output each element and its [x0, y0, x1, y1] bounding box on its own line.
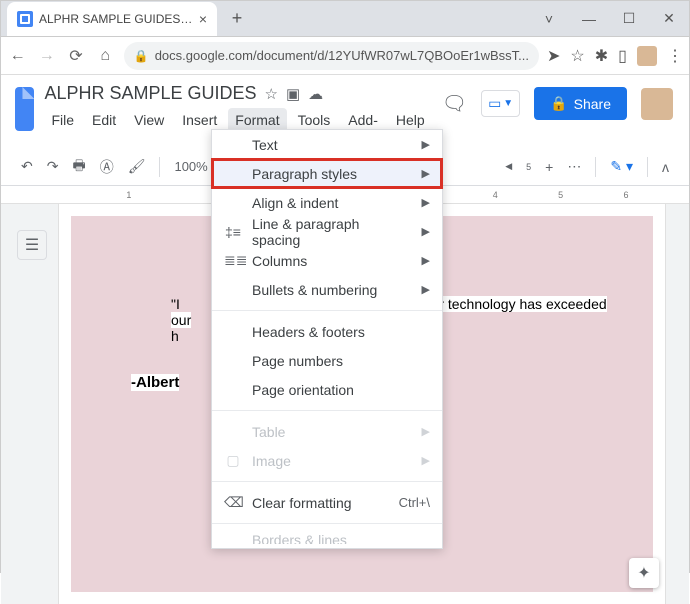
doc-title[interactable]: ALPHR SAMPLE GUIDES	[44, 83, 256, 104]
menu-divider	[212, 310, 442, 311]
undo-icon[interactable]: ↶	[21, 158, 33, 175]
menu-divider	[212, 410, 442, 411]
menu-divider	[212, 481, 442, 482]
extensions-icon[interactable]: ✱	[595, 46, 608, 66]
text-fragment: h	[171, 328, 179, 344]
ruler-mark: 5	[558, 190, 623, 200]
address-bar: ← → ⟳ ⌂ 🔒 docs.google.com/document/d/12Y…	[1, 37, 689, 75]
comments-icon[interactable]: 🗨	[442, 91, 467, 116]
menu-file[interactable]: File	[44, 108, 81, 148]
ruler-mark: 6	[624, 190, 689, 200]
star-icon[interactable]: ☆	[265, 85, 278, 103]
submenu-arrow-icon: ▶	[422, 225, 430, 238]
reload-icon[interactable]: ⟳	[65, 46, 86, 66]
menu-item-paragraph-styles[interactable]: Paragraph styles ▶	[212, 159, 442, 188]
docs-logo-icon[interactable]	[15, 87, 34, 131]
spellcheck-icon[interactable]: Ⓐ	[100, 157, 114, 177]
submenu-arrow-icon: ▶	[422, 167, 430, 180]
browser-tab[interactable]: ALPHR SAMPLE GUIDES - Googl ×	[7, 2, 217, 36]
cloud-status-icon[interactable]: ☁	[308, 85, 323, 103]
text-fragment: "I	[171, 296, 180, 312]
menu-item-bullets[interactable]: Bullets & numbering ▶	[212, 275, 442, 304]
chrome-menu-icon[interactable]: ⋮	[667, 46, 683, 66]
back-icon[interactable]: ←	[7, 47, 28, 65]
menu-item-align-indent[interactable]: Align & indent ▶	[212, 188, 442, 217]
text-fragment: -Albert	[131, 374, 179, 391]
indent-decrease-icon[interactable]: ◀	[505, 161, 512, 172]
lock-icon: 🔒	[550, 95, 567, 112]
menu-item-page-numbers[interactable]: Page numbers	[212, 346, 442, 375]
docs-favicon-icon	[17, 11, 33, 27]
menu-divider	[212, 523, 442, 524]
chrome-chevron-icon[interactable]: ˅	[529, 1, 569, 37]
profile-avatar-icon[interactable]	[637, 46, 657, 66]
submenu-arrow-icon: ▶	[422, 254, 430, 267]
menu-item-clear-formatting[interactable]: ⌫ Clear formatting Ctrl+\	[212, 488, 442, 517]
home-icon[interactable]: ⌂	[95, 47, 116, 65]
url-text: docs.google.com/document/d/12YUfWR07wL7Q…	[155, 48, 529, 63]
image-icon: ▢	[224, 452, 242, 469]
maximize-icon[interactable]: ☐	[609, 1, 649, 37]
menu-item-image: ▢ Image ▶	[212, 446, 442, 475]
omnibox[interactable]: 🔒 docs.google.com/document/d/12YUfWR07wL…	[124, 42, 539, 70]
submenu-arrow-icon: ▶	[422, 283, 430, 296]
tab-close-icon[interactable]: ×	[199, 11, 207, 27]
separator	[647, 157, 648, 177]
forward-icon: →	[36, 47, 57, 65]
outline-toggle-icon[interactable]: ☰	[17, 230, 47, 260]
window-controls: ˅ ― ☐ ✕	[529, 1, 689, 37]
explore-button[interactable]: ✦	[629, 558, 659, 588]
shortcut-label: Ctrl+\	[399, 495, 430, 510]
ruler-mark: 1	[126, 190, 191, 200]
indent-increase-icon[interactable]: +	[545, 159, 553, 175]
reading-list-icon[interactable]: ▯	[618, 46, 627, 66]
bookmark-icon[interactable]: ☆	[570, 46, 584, 66]
tab-title: ALPHR SAMPLE GUIDES - Googl	[39, 12, 193, 26]
menu-edit[interactable]: Edit	[85, 108, 123, 148]
menu-item-table: Table ▶	[212, 417, 442, 446]
minimize-icon[interactable]: ―	[569, 1, 609, 37]
ruler-mark: 4	[493, 190, 558, 200]
menu-item-page-orientation[interactable]: Page orientation	[212, 375, 442, 404]
menu-view[interactable]: View	[127, 108, 171, 148]
print-icon[interactable]: 🖶	[72, 155, 85, 179]
present-icon: ▭	[488, 95, 501, 112]
browser-tabstrip: ALPHR SAMPLE GUIDES - Googl × + ˅ ― ☐ ✕	[1, 1, 689, 37]
present-button[interactable]: ▭ ▼	[481, 90, 520, 117]
ruler-num: 5	[526, 162, 531, 172]
submenu-arrow-icon: ▶	[422, 425, 430, 438]
zoom-value: 100%	[174, 159, 207, 174]
close-window-icon[interactable]: ✕	[649, 1, 689, 37]
account-avatar[interactable]	[641, 88, 673, 120]
format-menu: Text ▶ Paragraph styles ▶ Align & indent…	[211, 129, 443, 549]
collapse-icon[interactable]: ʌ	[662, 159, 669, 175]
separator	[159, 157, 160, 177]
submenu-arrow-icon: ▶	[422, 454, 430, 467]
move-icon[interactable]: ▣	[286, 85, 300, 103]
columns-icon: ≣≣	[224, 252, 242, 269]
menu-item-line-spacing[interactable]: ‡≡ Line & paragraph spacing ▶	[212, 217, 442, 246]
submenu-arrow-icon: ▶	[422, 138, 430, 151]
editing-mode-icon[interactable]: ✎ ▾	[610, 158, 633, 175]
redo-icon[interactable]: ↷	[47, 158, 59, 175]
menu-item-text[interactable]: Text ▶	[212, 130, 442, 159]
menu-item-borders: Borders & lines	[212, 530, 442, 544]
lock-icon: 🔒	[134, 49, 149, 63]
share-url-icon[interactable]: ➤	[547, 46, 560, 66]
chevron-down-icon: ▼	[503, 98, 513, 109]
menu-item-headers-footers[interactable]: Headers & footers	[212, 317, 442, 346]
separator	[595, 157, 596, 177]
submenu-arrow-icon: ▶	[422, 196, 430, 209]
paint-format-icon[interactable]: 🖌	[128, 158, 146, 175]
share-label: Share	[574, 96, 611, 112]
share-button[interactable]: 🔒 Share	[534, 87, 627, 120]
clear-format-icon: ⌫	[224, 494, 242, 511]
line-spacing-icon: ‡≡	[224, 224, 242, 240]
menu-item-columns[interactable]: ≣≣ Columns ▶	[212, 246, 442, 275]
more-icon[interactable]: ⋯	[567, 158, 581, 175]
new-tab-button[interactable]: +	[223, 5, 251, 33]
